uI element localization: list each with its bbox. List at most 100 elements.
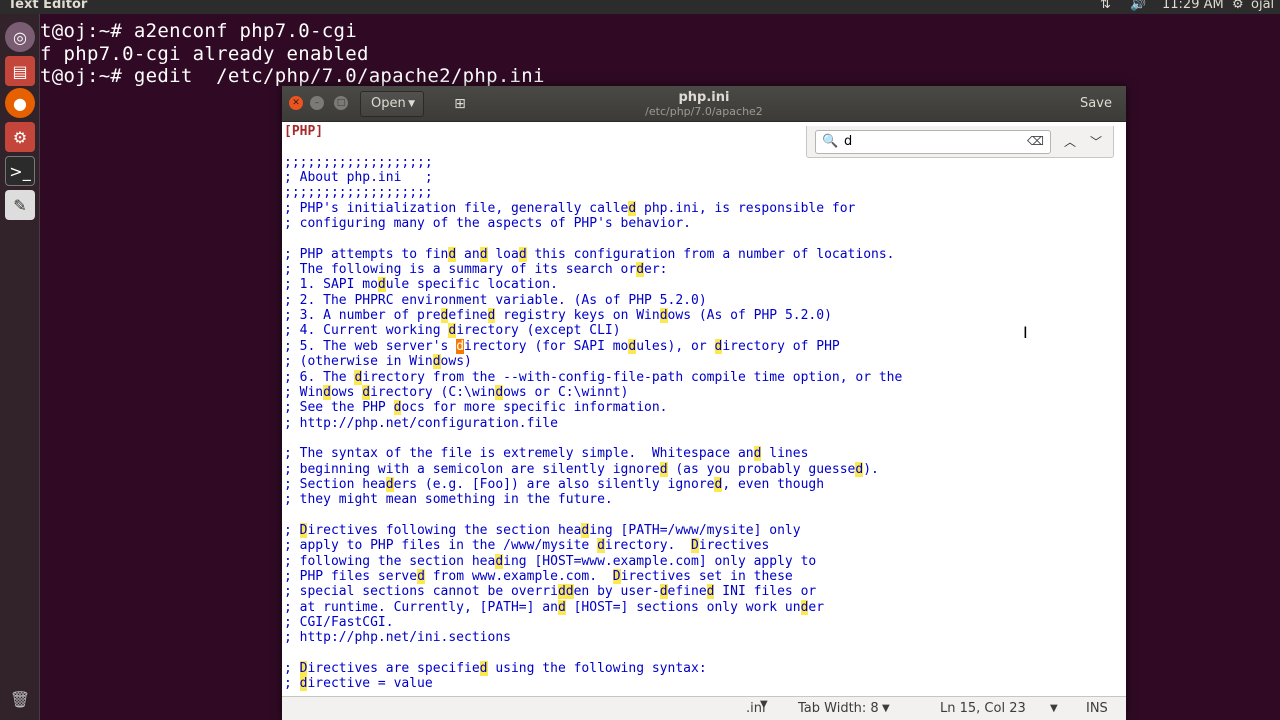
search-match: d (299, 676, 308, 692)
chevron-down-icon: ▼ (760, 699, 768, 710)
code-line: ; beginning with a semicolon are silentl… (284, 461, 879, 477)
launcher: ◎ ▤ ● ⚙ >_ ✎ 🗑 (0, 14, 40, 720)
speaker-icon[interactable]: 🔊 (1130, 0, 1146, 12)
search-match: D (691, 538, 699, 554)
search-input[interactable] (844, 134, 1014, 149)
search-match: d (659, 308, 668, 324)
search-match: d (565, 584, 574, 600)
search-match: d (628, 338, 637, 354)
code-line: ; http://php.net/configuration.file (284, 415, 558, 431)
save-button[interactable]: Save (1072, 91, 1120, 117)
trash-icon[interactable]: 🗑 (5, 684, 35, 714)
search-match: d (706, 584, 715, 600)
mouse-cursor: I (1023, 323, 1028, 342)
insert-mode[interactable]: INS (1086, 701, 1108, 716)
search-match: d (557, 584, 566, 600)
code-line: ; Directives following the section headi… (284, 522, 801, 538)
dash-icon[interactable]: ◎ (5, 22, 35, 52)
code-line: ; Windows directory (C:\windows or C:\wi… (284, 384, 629, 400)
code-line: ; following the section heading [HOST=ww… (284, 553, 817, 569)
code-line: ​ (284, 646, 902, 661)
search-match: d (581, 522, 590, 538)
search-match: d (518, 246, 527, 262)
code-line: ; 3. A number of predefined registry key… (284, 308, 832, 324)
settings-icon[interactable]: ⚙ (5, 122, 35, 152)
text-editor-icon[interactable]: ✎ (5, 190, 35, 220)
files-icon[interactable]: ▤ (5, 56, 35, 86)
search-match: d (479, 246, 488, 262)
code-line: ; 5. The web server's directory (for SAP… (284, 338, 840, 354)
code-line: ; The syntax of the file is extremely si… (284, 446, 809, 462)
terminal-line: t@oj:~# gedit /etc/php/7.0/apache2/php.i… (40, 65, 545, 87)
search-match: d (495, 384, 504, 400)
gear-icon[interactable]: ⚙ (1232, 0, 1244, 12)
search-match: d (855, 461, 864, 477)
code-line: ; configuring many of the aspects of PHP… (284, 216, 691, 232)
chevron-down-icon: ▼ (882, 703, 890, 714)
search-match: d (417, 568, 425, 584)
code-line: ; http://php.net/ini.sections (284, 630, 511, 646)
search-match: d (354, 369, 363, 385)
code-line: ; 1. SAPI module specific location. (284, 277, 558, 293)
clear-icon[interactable]: ⌫ (1027, 134, 1044, 148)
search-match: d (448, 323, 457, 339)
terminal-icon[interactable]: >_ (5, 156, 35, 186)
terminal-line: f php7.0-cgi already enabled (40, 43, 369, 65)
search-match: d (479, 661, 488, 677)
code-line: ; apply to PHP files in the /www/mysite … (284, 538, 770, 554)
code-line: ; CGI/FastCGI. (284, 615, 394, 630)
top-panel: Text Editor ⇅ 🔊 11:29 AM ⚙ ojal (0, 0, 1280, 14)
search-match: d (456, 338, 465, 354)
search-match: d (448, 246, 457, 262)
code-line: ​ (284, 431, 902, 446)
search-match: d (636, 262, 645, 278)
search-match: d (362, 384, 371, 400)
code-line: ​ (284, 508, 902, 523)
code-line: ; at runtime. Currently, [PATH=] and [HO… (284, 599, 825, 615)
code-line: ; PHP attempts to find and load this con… (284, 246, 895, 262)
search-match: d (800, 599, 809, 615)
code-line: ;;;;;;;;;;;;;;;;;;; (284, 185, 433, 201)
search-match: d (377, 277, 386, 293)
code-line: ; About php.ini ; (284, 170, 433, 186)
code-line: ; directive = value (284, 676, 433, 692)
chevron-up-icon[interactable]: ︿ (1059, 130, 1081, 154)
code-line: ; The following is a summary of its sear… (284, 262, 668, 278)
document-path: /etc/php/7.0/apache2 (645, 105, 763, 118)
text-editor-area[interactable]: [PHP]​;;;;;;;;;;;;;;;;;;;; About php.ini… (282, 122, 1126, 696)
document-title: php.ini (678, 90, 730, 105)
app-title: Text Editor (8, 0, 88, 12)
search-match: d (714, 476, 723, 492)
search-match: d (597, 538, 605, 554)
user-name[interactable]: ojal (1251, 0, 1274, 12)
search-icon: 🔍 (822, 134, 839, 149)
cursor-position[interactable]: Ln 15, Col 23 (940, 701, 1026, 716)
code-line: ; (otherwise in Windows) (284, 354, 472, 370)
network-arrows-icon[interactable]: ⇅ (1100, 0, 1111, 12)
code-content: [PHP]​;;;;;;;;;;;;;;;;;;;; About php.ini… (284, 124, 902, 692)
gedit-window: ✕ – □ Open ▼ ⊞ php.ini /etc/php/7.0/apac… (282, 86, 1126, 720)
status-bar: .ini ▼ Tab Width: 8 ▼ Ln 15, Col 23 ▼ IN… (282, 696, 1126, 720)
search-match: d (440, 308, 449, 324)
search-match: d (495, 553, 504, 569)
search-match: d (714, 338, 723, 354)
search-match: D (299, 661, 308, 677)
chevron-down-icon[interactable]: ﹀ (1085, 130, 1107, 154)
search-match: D (299, 522, 308, 538)
code-line: ; Directives are specified using the fol… (284, 661, 707, 677)
search-match: d (753, 446, 762, 462)
firefox-icon[interactable]: ● (5, 88, 35, 118)
code-line: ; 2. The PHPRC environment variable. (As… (284, 292, 707, 308)
chevron-down-icon: ▼ (1050, 703, 1058, 714)
search-match: d (659, 461, 668, 477)
search-match: d (393, 400, 402, 416)
tab-width-selector[interactable]: Tab Width: 8 (798, 701, 879, 716)
code-line: ; See the PHP docs for more specific inf… (284, 400, 668, 416)
code-line: ​ (284, 231, 902, 246)
search-field[interactable]: 🔍 ⌫ (815, 130, 1051, 154)
code-line: ; PHP's initialization file, generally c… (284, 200, 856, 216)
search-match: d (487, 308, 496, 324)
code-line: ; PHP files served from www.example.com.… (284, 568, 793, 584)
search-bar: 🔍 ⌫ ︿ ﹀ (806, 126, 1114, 158)
clock[interactable]: 11:29 AM (1162, 0, 1224, 12)
